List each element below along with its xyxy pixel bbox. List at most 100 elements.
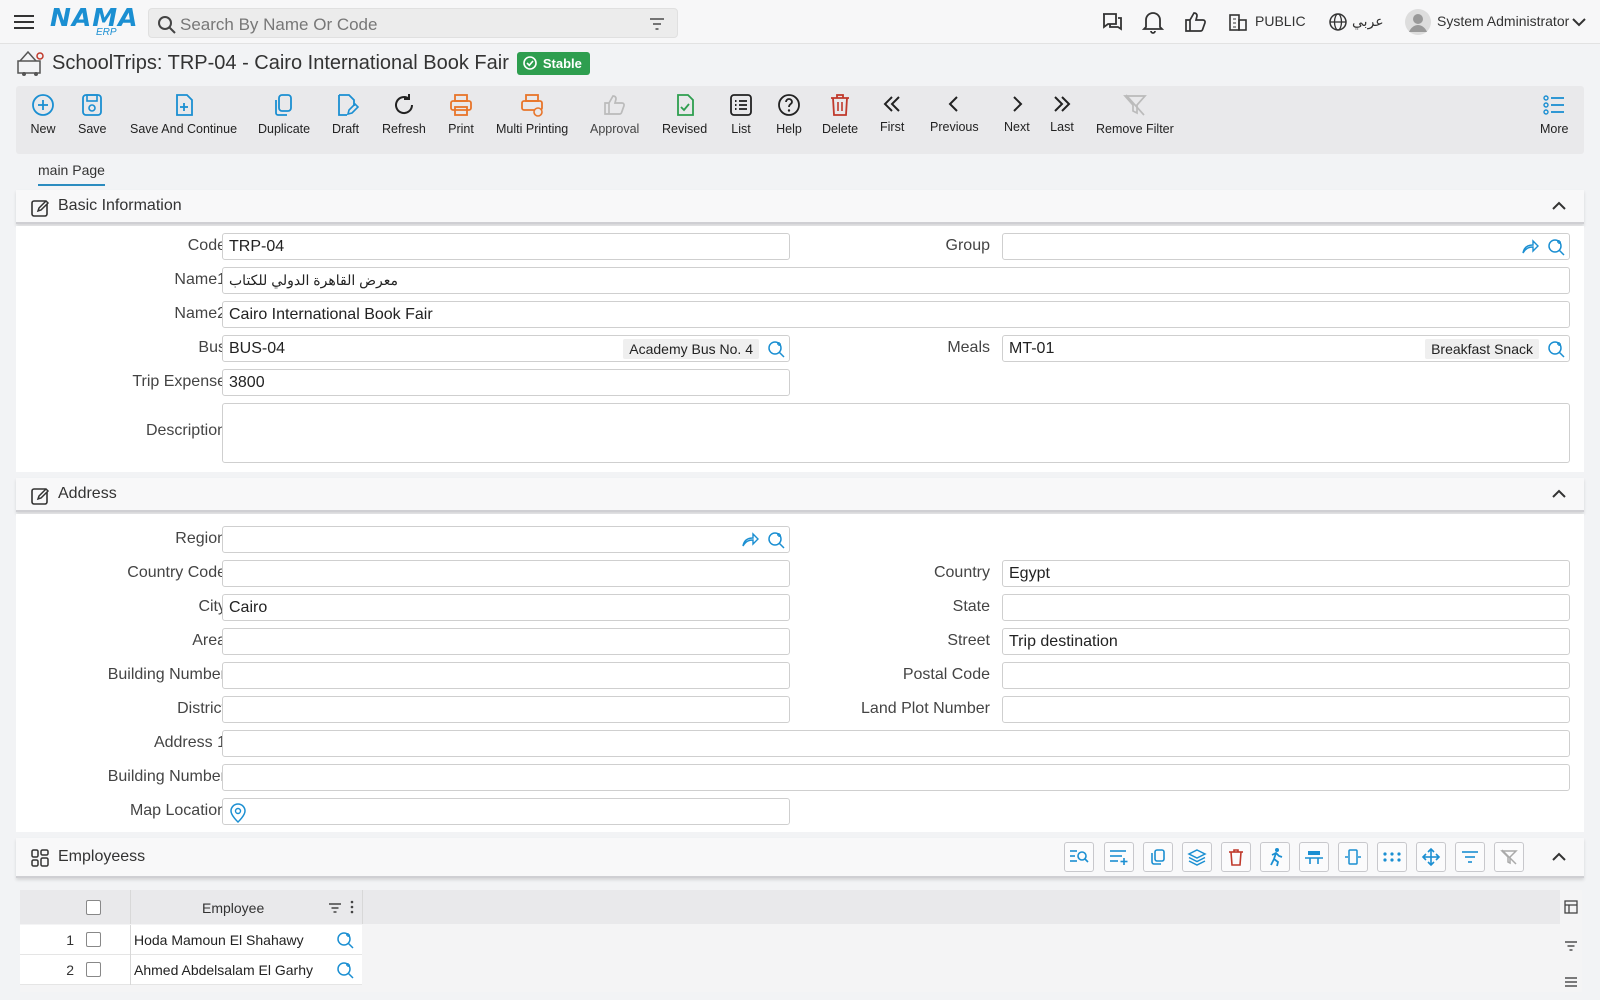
grid-delete-button[interactable] — [1221, 842, 1251, 872]
building-number-2-field[interactable] — [222, 764, 1570, 791]
chevron-down-icon[interactable] — [1572, 17, 1586, 27]
multi-printing-button[interactable]: Multi Printing — [496, 92, 568, 136]
filters-panel-icon[interactable] — [1564, 940, 1578, 952]
grid-filter-button[interactable] — [1455, 842, 1485, 872]
more-label: More — [1540, 122, 1569, 136]
grid-table-button[interactable] — [1299, 842, 1329, 872]
column-header-employee[interactable]: Employee — [202, 900, 264, 916]
section-header-address[interactable]: Address — [16, 478, 1584, 512]
tab-main-page[interactable]: main Page — [38, 162, 105, 186]
columns-panel-icon[interactable] — [1564, 900, 1578, 914]
lookup-search-icon[interactable] — [336, 931, 354, 949]
lookup-search-icon[interactable] — [1547, 238, 1565, 256]
grid-layers-button[interactable] — [1182, 842, 1212, 872]
grid-move-button[interactable] — [1416, 842, 1446, 872]
meals-field[interactable]: MT-01 Breakfast Snack — [1002, 335, 1570, 362]
grid-search-button[interactable] — [1064, 842, 1094, 872]
chevron-up-icon[interactable] — [1552, 489, 1566, 499]
thumbs-up-icon[interactable] — [1184, 10, 1208, 34]
row-checkbox[interactable] — [86, 932, 101, 947]
company-label[interactable]: PUBLIC — [1255, 13, 1306, 29]
help-button[interactable]: Help — [776, 92, 802, 136]
user-name[interactable]: System Administrator — [1437, 13, 1569, 29]
name2-field[interactable]: Cairo International Book Fair — [222, 301, 1570, 328]
duplicate-button[interactable]: Duplicate — [258, 92, 310, 136]
refresh-button[interactable]: Refresh — [382, 92, 426, 136]
last-button[interactable]: Last — [1050, 92, 1074, 134]
previous-button[interactable]: Previous — [930, 92, 979, 134]
table-row[interactable]: 2 Ahmed Abdelsalam El Garhy — [20, 955, 362, 985]
row-checkbox[interactable] — [86, 962, 101, 977]
chevron-up-icon[interactable] — [1552, 852, 1566, 862]
filter-icon — [1462, 851, 1478, 863]
grid-add-row-button[interactable] — [1104, 842, 1134, 872]
district-field[interactable] — [222, 696, 790, 723]
next-button[interactable]: Next — [1004, 92, 1030, 134]
select-all-checkbox[interactable] — [86, 900, 101, 915]
city-field[interactable]: Cairo — [222, 594, 790, 621]
share-icon[interactable] — [741, 531, 759, 549]
list-button[interactable]: List — [728, 92, 754, 136]
remove-filter-button[interactable]: Remove Filter — [1096, 92, 1174, 136]
area-field[interactable] — [222, 628, 790, 655]
lookup-search-icon[interactable] — [336, 961, 354, 979]
country-field[interactable]: Egypt — [1002, 560, 1570, 587]
revised-button[interactable]: Revised — [662, 92, 707, 136]
state-field[interactable] — [1002, 594, 1570, 621]
first-button[interactable]: First — [880, 92, 904, 134]
grid-run-button[interactable] — [1260, 842, 1290, 872]
name1-field[interactable]: معرض القاهرة الدولي للكتاب — [222, 267, 1570, 294]
print-button[interactable]: Print — [448, 92, 474, 136]
code-field[interactable]: TRP-04 — [222, 233, 790, 260]
share-icon[interactable] — [1521, 238, 1539, 256]
area-label: Area — [192, 632, 226, 649]
save-and-continue-button[interactable]: Save And Continue — [130, 92, 237, 136]
trip-expense-field[interactable]: 3800 — [222, 369, 790, 396]
hamburger-menu-icon[interactable] — [12, 11, 36, 33]
map-pin-icon[interactable] — [229, 803, 247, 823]
filter-icon[interactable] — [649, 17, 665, 31]
grid-copy-button[interactable] — [1143, 842, 1173, 872]
section-header-basic[interactable]: Basic Information — [16, 190, 1584, 224]
row-number: 2 — [66, 962, 74, 978]
language-toggle[interactable]: عربي — [1352, 13, 1384, 30]
global-search-input[interactable]: Search By Name Or Code — [148, 8, 678, 38]
bell-icon[interactable] — [1142, 10, 1164, 34]
avatar[interactable] — [1404, 8, 1432, 36]
column-filter-icon[interactable] — [328, 902, 342, 914]
meals-code: MT-01 — [1009, 340, 1055, 357]
grid-remove-filter-button[interactable] — [1494, 842, 1524, 872]
app-logo[interactable]: NAMA ERP — [50, 3, 138, 39]
bus-field[interactable]: BUS-04 Academy Bus No. 4 — [222, 335, 790, 362]
building-number-field[interactable] — [222, 662, 790, 689]
chat-icon[interactable] — [1100, 10, 1124, 34]
address1-field[interactable] — [222, 730, 1570, 757]
draft-button[interactable]: Draft — [332, 92, 359, 136]
street-field[interactable]: Trip destination — [1002, 628, 1570, 655]
grid-more-button[interactable] — [1377, 842, 1407, 872]
menu-lines-icon[interactable] — [1564, 976, 1578, 988]
grid-header-row: Employee — [20, 890, 1560, 924]
region-field[interactable] — [222, 526, 790, 553]
chevron-up-icon[interactable] — [1552, 201, 1566, 211]
land-plot-field[interactable] — [1002, 696, 1570, 723]
lookup-search-icon[interactable] — [1547, 340, 1565, 358]
grid-fit-button[interactable] — [1338, 842, 1368, 872]
table-row[interactable]: 1 Hoda Mamoun El Shahawy — [20, 925, 362, 955]
group-field[interactable] — [1002, 233, 1570, 260]
save-button[interactable]: Save — [78, 92, 107, 136]
first-label: First — [880, 120, 905, 134]
lookup-search-icon[interactable] — [767, 340, 785, 358]
map-location-field[interactable] — [222, 798, 790, 825]
lookup-search-icon[interactable] — [767, 531, 785, 549]
new-button[interactable]: New — [30, 92, 56, 136]
delete-button[interactable]: Delete — [822, 92, 858, 136]
country-code-field[interactable] — [222, 560, 790, 587]
postal-code-field[interactable] — [1002, 662, 1570, 689]
more-button[interactable]: More — [1540, 92, 1568, 136]
description-textarea[interactable] — [222, 403, 1570, 463]
approval-button[interactable]: Approval — [590, 92, 639, 136]
employee-name[interactable]: Hoda Mamoun El Shahawy — [134, 932, 304, 948]
employee-name[interactable]: Ahmed Abdelsalam El Garhy — [134, 962, 313, 978]
column-menu-icon[interactable] — [350, 900, 354, 914]
